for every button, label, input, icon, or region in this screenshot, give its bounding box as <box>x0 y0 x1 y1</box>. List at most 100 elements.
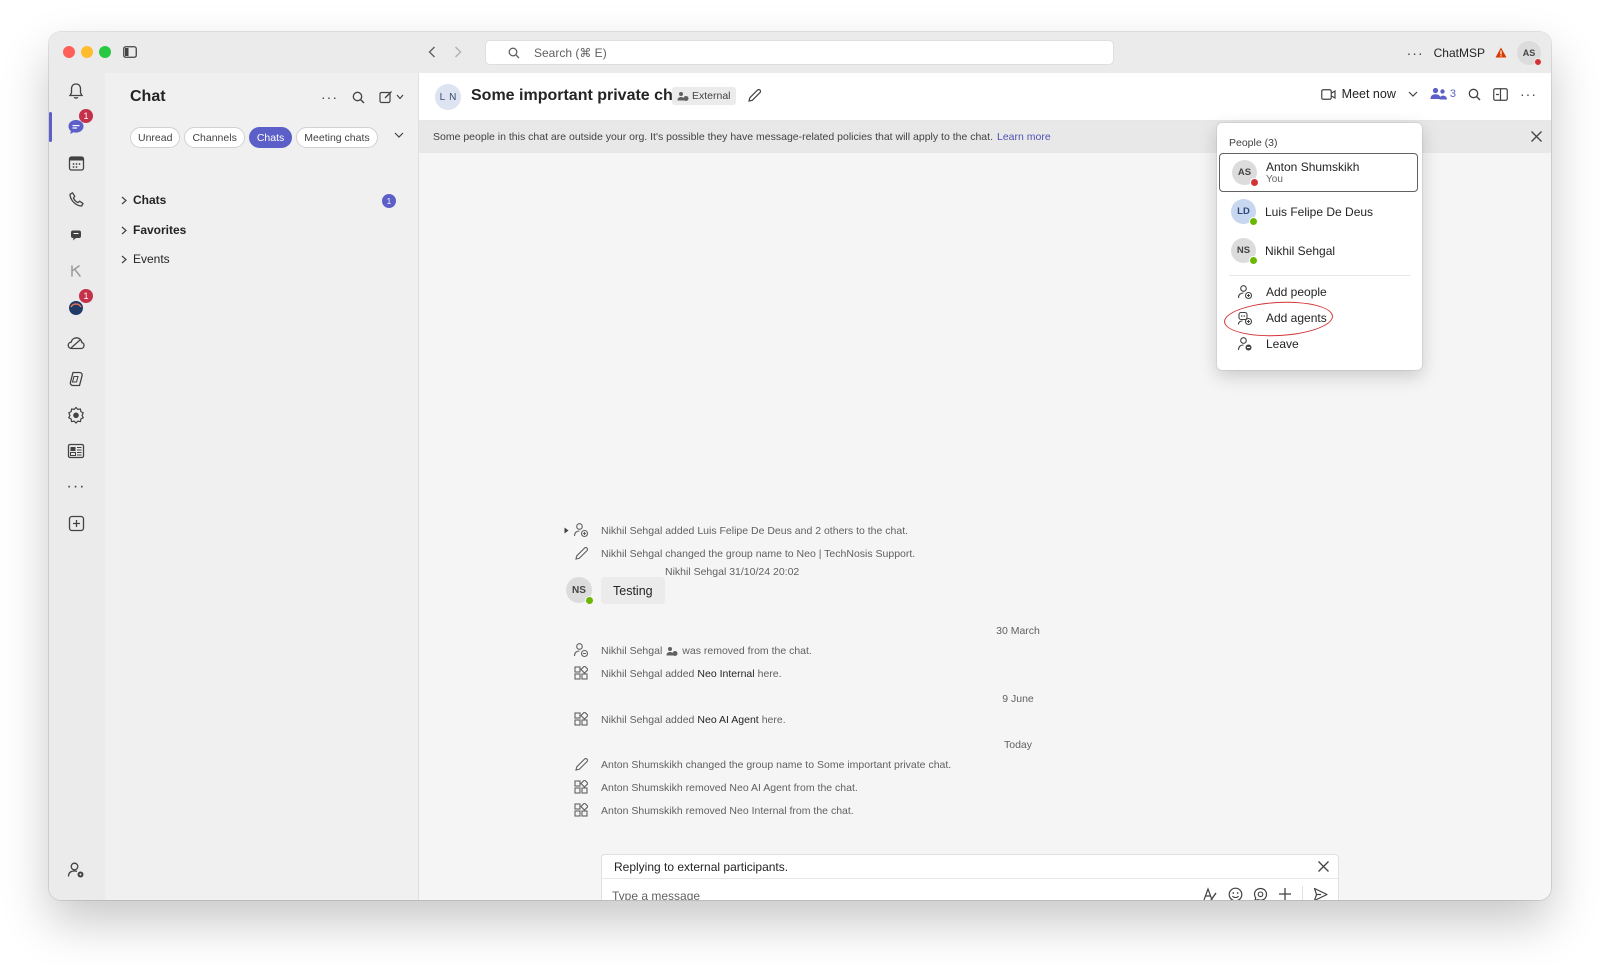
group-initial-1: L <box>439 91 446 103</box>
expand-arrow-icon[interactable] <box>564 527 569 534</box>
reply-notice: Replying to external participants. <box>602 855 1338 879</box>
group-avatar[interactable]: L N <box>435 84 461 110</box>
more-options-icon[interactable]: ··· <box>321 89 338 105</box>
system-message: Nikhil Sehgal changed the group name to … <box>574 546 915 560</box>
search-in-chat-icon[interactable] <box>1468 88 1481 101</box>
emoji-icon[interactable] <box>1228 887 1243 900</box>
add-apps-icon[interactable] <box>65 512 87 534</box>
event-text: Nikhil Sehgal added <box>601 714 695 726</box>
copilot-chat-icon[interactable] <box>65 224 87 246</box>
people-settings-icon[interactable] <box>65 859 87 881</box>
search-icon <box>508 47 520 59</box>
planner-icon[interactable] <box>65 440 87 462</box>
toolbar-divider <box>1302 886 1303 900</box>
date-separator: Today <box>1003 739 1033 751</box>
date-separator: 30 March <box>996 625 1040 637</box>
message-input[interactable]: Type a message <box>602 879 1338 900</box>
filter-chats[interactable]: Chats <box>248 127 293 148</box>
chat-title[interactable]: Some important private chat <box>471 87 687 105</box>
close-icon[interactable] <box>1530 130 1543 143</box>
filter-meeting-chats[interactable]: Meeting chats <box>296 127 378 148</box>
person-name: Nikhil Sehgal <box>1265 243 1336 258</box>
add-people-button[interactable]: Add people <box>1237 284 1327 300</box>
filters-expand-icon[interactable] <box>394 132 404 139</box>
copilot-icon[interactable] <box>65 368 87 390</box>
chat-list-pane: Chat ··· Unread Channels Chats Meeting c… <box>105 73 419 900</box>
apps-icon <box>573 665 589 681</box>
workflows-icon[interactable] <box>65 260 87 282</box>
event-text: Anton Shumskikh removed Neo Internal fro… <box>601 805 854 817</box>
status-busy-dot <box>1534 57 1542 66</box>
loop-icon[interactable] <box>1253 887 1268 900</box>
edit-name-icon[interactable] <box>747 88 762 103</box>
event-text: Nikhil Sehgal added Luis Felipe De Deus … <box>601 525 909 537</box>
apps-icon <box>573 802 589 818</box>
close-icon[interactable] <box>1317 860 1330 873</box>
avatar-initials: NS <box>572 584 586 596</box>
activity-icon[interactable] <box>65 80 87 102</box>
calendar-icon[interactable] <box>65 152 87 174</box>
new-chat-icon[interactable] <box>379 90 404 104</box>
chevron-right-icon <box>121 196 127 204</box>
back-icon[interactable] <box>423 43 441 61</box>
global-search-input[interactable]: Search (⌘ E) <box>485 40 1114 65</box>
person-avatar: NS <box>1231 238 1258 265</box>
section-events[interactable]: Events <box>121 252 170 266</box>
user-initials: AS <box>1522 47 1536 58</box>
settings-app-icon[interactable] <box>65 404 87 426</box>
people-button[interactable]: 3 <box>1430 87 1456 101</box>
pop-out-icon[interactable] <box>1493 87 1508 101</box>
system-message: Anton Shumskikh removed Neo Internal fro… <box>574 803 854 817</box>
zoom-window-button[interactable] <box>99 46 111 58</box>
leave-icon <box>1237 336 1253 352</box>
leave-button[interactable]: Leave <box>1237 336 1299 352</box>
message-bubble[interactable]: Testing <box>601 577 665 604</box>
sidebar-toggle-icon[interactable] <box>121 43 139 61</box>
people-icon <box>1430 87 1447 100</box>
close-window-button[interactable] <box>63 46 75 58</box>
people-heading: People (3) <box>1229 137 1278 149</box>
minimize-window-button[interactable] <box>81 46 93 58</box>
meet-now-button[interactable]: Meet now <box>1320 87 1396 101</box>
event-text: Anton Shumskikh changed the group name t… <box>601 759 952 771</box>
meet-options-chevron-icon[interactable] <box>1408 91 1418 98</box>
person-row[interactable]: LD Luis Felipe De Deus <box>1219 192 1418 231</box>
chat-rail-icon[interactable]: 1 <box>49 109 93 142</box>
more-options-icon[interactable]: ··· <box>1520 86 1537 102</box>
event-highlight[interactable]: Neo Internal <box>697 668 754 680</box>
event-highlight[interactable]: Neo AI Agent <box>697 714 758 726</box>
title-bar: Search (⌘ E) ··· ChatMSP AS <box>49 32 1551 73</box>
event-text: here. <box>757 668 782 680</box>
more-options-icon[interactable]: ··· <box>1407 45 1424 61</box>
person-row[interactable]: AS Anton Shumskikh You <box>1219 153 1418 192</box>
pencil-icon <box>573 756 589 772</box>
system-message: Nikhil Sehgal added Neo AI Agent here. <box>574 712 786 726</box>
attach-plus-icon[interactable] <box>1278 887 1292 900</box>
apps-icon <box>573 779 589 795</box>
section-events-label: Events <box>133 252 170 266</box>
more-apps-icon[interactable]: ··· <box>65 476 87 498</box>
send-icon[interactable] <box>1313 887 1328 900</box>
onedrive-icon[interactable] <box>65 332 87 354</box>
learn-more-link[interactable]: Learn more <box>997 131 1051 143</box>
format-icon[interactable] <box>1202 886 1218 901</box>
section-chats[interactable]: Chats <box>121 193 166 207</box>
person-row[interactable]: NS Nikhil Sehgal <box>1219 231 1418 270</box>
app-icon[interactable]: 1 <box>65 289 93 318</box>
user-avatar[interactable]: AS <box>1517 40 1542 66</box>
chats-count-badge: 1 <box>382 194 396 208</box>
author-avatar[interactable]: NS <box>566 577 594 605</box>
filter-channels[interactable]: Channels <box>184 127 245 148</box>
calls-icon[interactable] <box>65 188 87 210</box>
compose-box: Replying to external participants. Type … <box>601 854 1339 900</box>
avatar-initials: NS <box>1236 245 1251 256</box>
search-chats-icon[interactable] <box>352 91 365 104</box>
org-name[interactable]: ChatMSP <box>1434 46 1485 60</box>
forward-icon[interactable] <box>449 43 467 61</box>
filter-unread[interactable]: Unread <box>130 127 181 148</box>
section-favorites[interactable]: Favorites <box>121 223 186 237</box>
warning-icon[interactable] <box>1495 47 1507 58</box>
status-available-dot <box>585 596 594 605</box>
event-text: Nikhil Sehgal <box>601 645 663 657</box>
person-avatar: LD <box>1231 199 1258 226</box>
